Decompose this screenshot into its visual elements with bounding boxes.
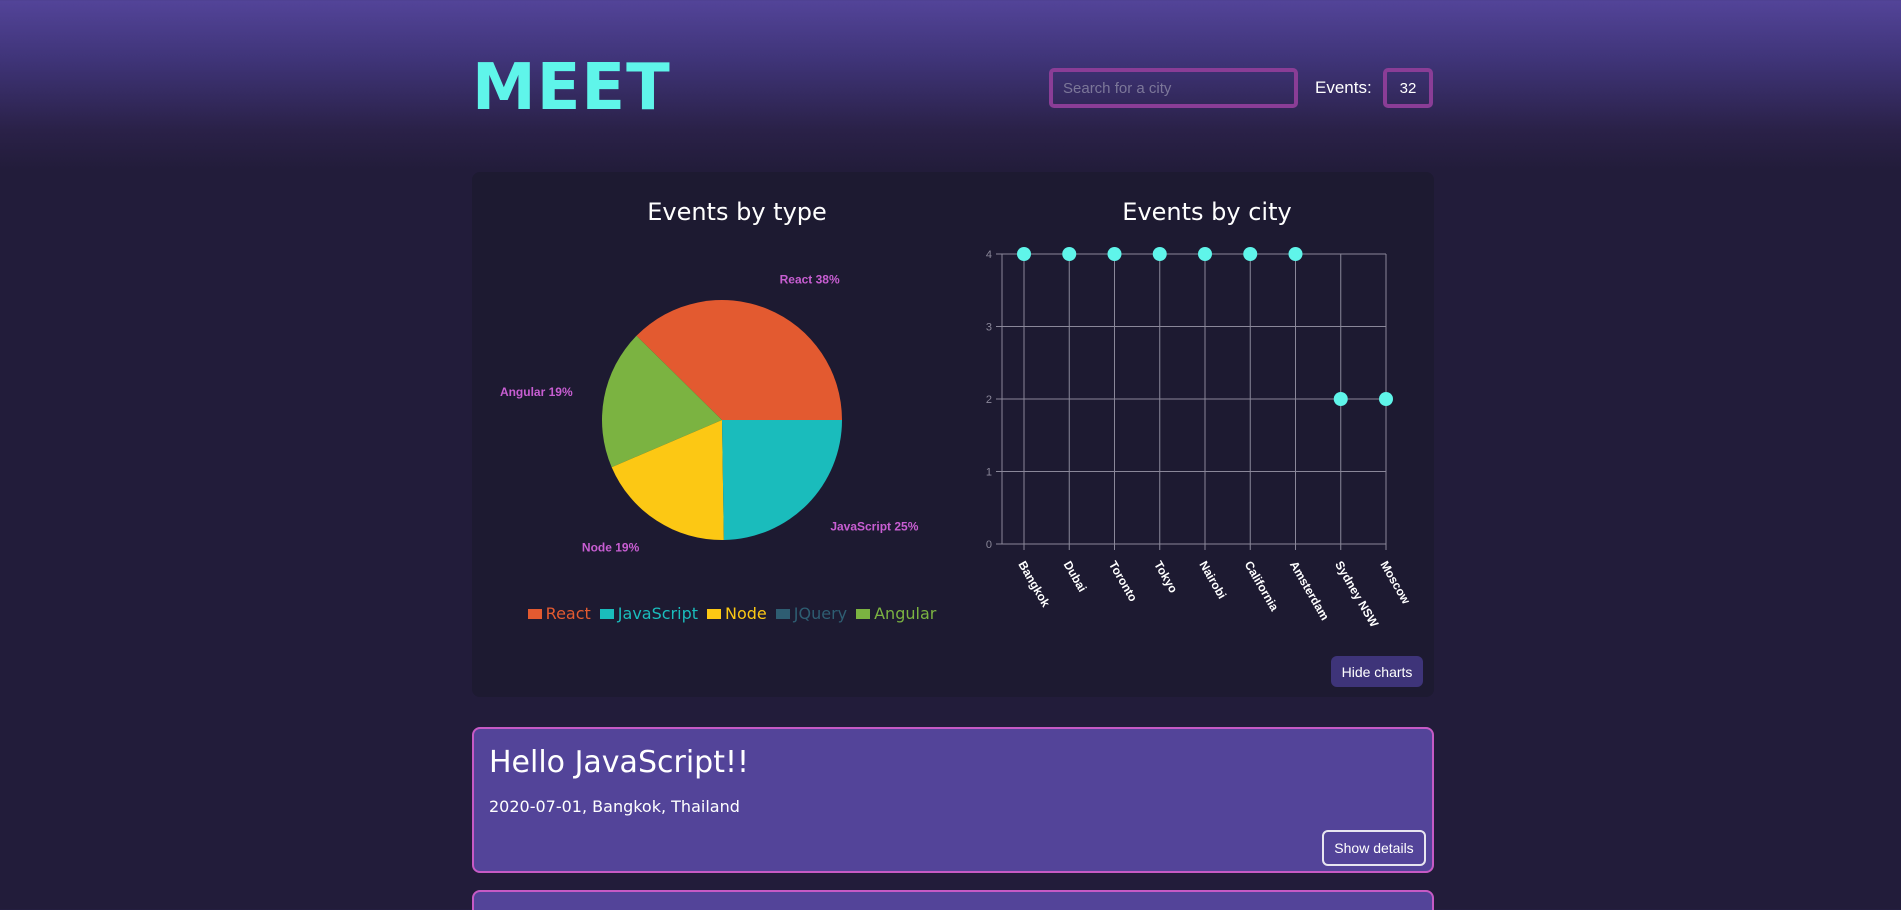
scatter-point-bangkok[interactable] [1017,247,1031,261]
x-tick-label: Toronto [1106,559,1140,604]
y-tick-label: 0 [986,539,992,551]
event-card: Hello JavaScript!! 2020-07-01, Bangkok, … [472,727,1434,873]
y-tick-label: 3 [986,322,992,334]
charts-panel: Events by type React 38% Angular 19% Node … [472,172,1434,697]
x-tick-label: Sydney NSW [1332,559,1381,631]
scatter-point-california[interactable] [1243,247,1258,261]
legend-swatch-icon [707,608,721,619]
pie-slice-label: Node 19% [582,541,640,555]
x-tick-label: Nairobi [1196,559,1229,602]
scatter-point-amsterdam[interactable] [1288,247,1303,261]
x-tick-label: Moscow [1377,559,1413,608]
legend-swatch-icon [775,608,790,619]
x-tick-label: California [1242,559,1282,614]
pie-chart-legend: React JavaScript Node JQuery Angular [522,604,942,623]
x-tick-label: Bangkok [1015,559,1053,610]
scatter-point-toronto[interactable] [1107,247,1122,261]
app-logo: MEET [472,51,671,125]
events-by-city-scatter-chart: 0 1 2 3 4 Bangkok Dubai Toronto Tokyo Nairobi Cali… [986,247,1414,631]
city-search-input[interactable] [1049,68,1298,108]
event-date-location: 2020-07-01, Bangkok, Thailand [489,797,740,816]
y-tick-label: 1 [986,467,992,479]
events-count-label: Events: [1315,78,1372,97]
legend-item-javascript[interactable]: JavaScript [599,604,698,623]
event-card [472,890,1434,910]
x-tick-label: Amsterdam [1287,559,1332,623]
scatter-point-dubai[interactable] [1062,247,1077,261]
show-details-button[interactable]: Show details [1322,830,1426,866]
legend-label: JQuery [793,604,848,623]
scatter-point-moscow[interactable] [1379,392,1393,406]
pie-slice-label: JavaScript 25% [830,520,918,534]
legend-swatch-icon [527,608,542,619]
pie-slice-label: Angular 19% [500,385,573,399]
scatter-point-tokyo[interactable] [1152,247,1167,261]
legend-label: Angular [874,604,937,623]
y-tick-label: 4 [986,249,992,261]
legend-swatch-icon [856,608,871,619]
legend-item-jquery[interactable]: JQuery [775,604,848,623]
legend-item-angular[interactable]: Angular [856,604,936,623]
events-count-input[interactable] [1383,68,1433,108]
legend-item-react[interactable]: React [527,604,591,623]
hide-charts-button[interactable]: Hide charts [1331,656,1423,687]
legend-swatch-icon [599,608,614,619]
pie-slice-javascript [722,420,842,540]
legend-label: JavaScript [617,604,698,623]
scatter-point-sydney-nsw[interactable] [1333,392,1348,406]
y-tick-label: 2 [986,394,992,406]
pie-slice-label: React 38% [780,272,840,286]
scatter-point-nairobi[interactable] [1198,247,1212,261]
event-title: Hello JavaScript!! [489,745,750,780]
events-by-type-pie-chart: React 38% Angular 19% Node 19% JavaScript 2… [500,272,919,555]
legend-label: React [545,604,591,623]
legend-label: Node [725,604,767,623]
x-tick-label: Dubai [1061,559,1090,595]
legend-item-node[interactable]: Node [707,604,767,623]
x-tick-label: Tokyo [1151,559,1180,596]
